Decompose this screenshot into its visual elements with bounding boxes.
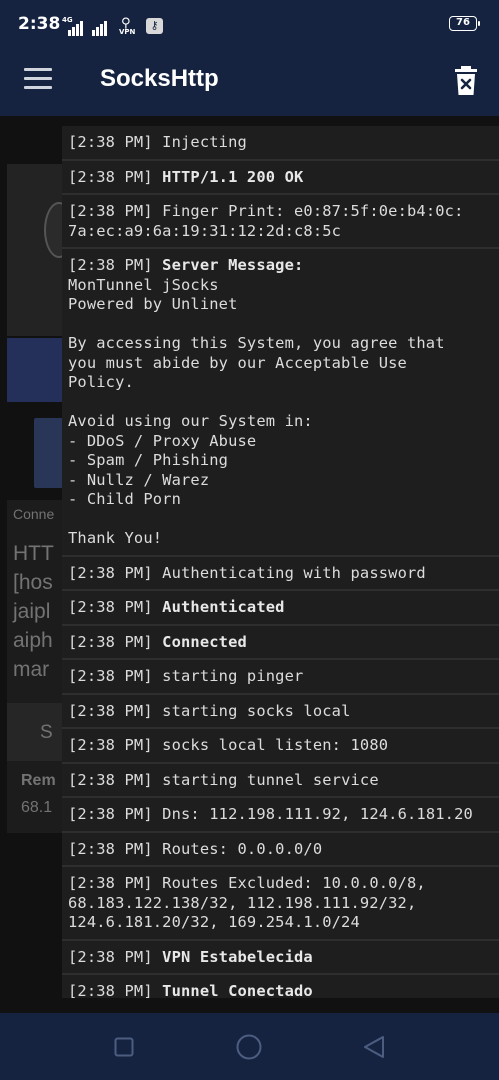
log-timestamp: [2:38 PM] bbox=[68, 736, 153, 754]
log-message: Finger Print: e0:87:5f:0e:b4:0c: bbox=[162, 202, 464, 220]
log-message: starting socks local bbox=[162, 701, 351, 720]
log-message: socks local listen: 1080 bbox=[162, 736, 389, 754]
background-remote-value: 68.1 bbox=[21, 799, 53, 816]
log-entry: [2:38 PM] Injecting bbox=[62, 126, 499, 161]
background-button bbox=[34, 418, 64, 488]
hamburger-menu-icon[interactable] bbox=[24, 68, 52, 90]
key-notification-icon: ⚷ bbox=[146, 18, 163, 34]
log-timestamp: [2:38 PM] bbox=[68, 839, 153, 858]
background-payload-line: jaipl bbox=[13, 600, 51, 623]
log-timestamp: [2:38 PM] bbox=[68, 667, 153, 685]
log-timestamp: [2:38 PM] bbox=[68, 770, 153, 789]
delete-icon[interactable] bbox=[452, 65, 480, 97]
battery-icon: 76 bbox=[449, 16, 480, 31]
background-label: Conne bbox=[13, 506, 55, 522]
app-bar: SocksHttp bbox=[0, 48, 499, 116]
log-message: Connected bbox=[162, 632, 247, 651]
signal-icon: 4G bbox=[62, 16, 84, 36]
log-entry: [2:38 PM] Server Message: MonTunnel jSoc… bbox=[62, 249, 499, 557]
log-entry: [2:38 PM] socks local listen: 1080 bbox=[62, 729, 499, 764]
log-timestamp: [2:38 PM] bbox=[68, 805, 153, 823]
log-timestamp: [2:38 PM] bbox=[68, 167, 153, 186]
signal-icon bbox=[90, 18, 112, 36]
log-entry: [2:38 PM] Routes Excluded: 10.0.0.0/8, 6… bbox=[62, 867, 499, 941]
background-payload-line: mar bbox=[13, 658, 50, 681]
home-icon[interactable] bbox=[236, 1034, 262, 1064]
log-entry: [2:38 PM] Authenticating with password bbox=[62, 557, 499, 591]
log-message-continued: 68.183.122.138/32, 112.198.111.92/32, 12… bbox=[68, 893, 417, 932]
log-entry: [2:38 PM] Connected bbox=[62, 626, 499, 660]
log-message: Injecting bbox=[162, 133, 247, 151]
background-remote-label: Rem bbox=[21, 772, 56, 789]
navigation-bar bbox=[0, 1013, 499, 1080]
background-banner bbox=[7, 338, 63, 402]
log-message: Dns: 112.198.111.92, 124.6.181.20 bbox=[162, 805, 473, 823]
log-panel[interactable]: [2:38 PM] Injecting [2:38 PM] HTTP/1.1 20… bbox=[62, 126, 499, 998]
recent-apps-icon[interactable] bbox=[114, 1037, 134, 1061]
log-message: Server Message: bbox=[162, 256, 304, 274]
background-payload-line: aiph bbox=[13, 629, 53, 652]
network-type-label: 4G bbox=[62, 16, 73, 24]
log-timestamp: [2:38 PM] bbox=[68, 701, 153, 720]
log-message: starting tunnel service bbox=[162, 770, 379, 789]
vpn-key-icon: ⚲ VPN bbox=[119, 16, 136, 36]
background-payload-line: HTT bbox=[13, 542, 54, 565]
log-entry: [2:38 PM] starting socks local bbox=[62, 695, 499, 729]
background-payload-line: [hos bbox=[13, 571, 53, 594]
log-timestamp: [2:38 PM] bbox=[68, 202, 153, 220]
log-timestamp: [2:38 PM] bbox=[68, 874, 153, 892]
log-message: VPN Estabelecida bbox=[162, 947, 313, 966]
status-icons: 4G ⚲ VPN ⚷ bbox=[62, 14, 163, 36]
log-message: Routes: 0.0.0.0/0 bbox=[162, 839, 323, 858]
log-message: HTTP/1.1 200 OK bbox=[162, 167, 304, 186]
log-entry: [2:38 PM] Tunnel Conectado bbox=[62, 975, 499, 998]
log-message-continued: 7a:ec:a9:6a:19:31:12:2d:c8:5c bbox=[68, 221, 342, 240]
log-timestamp: [2:38 PM] bbox=[68, 256, 153, 274]
log-entry: [2:38 PM] starting pinger bbox=[62, 660, 499, 695]
log-timestamp: [2:38 PM] bbox=[68, 563, 153, 582]
back-icon[interactable] bbox=[362, 1035, 386, 1063]
log-message: Authenticating with password bbox=[162, 563, 426, 582]
log-entry: [2:38 PM] Routes: 0.0.0.0/0 bbox=[62, 833, 499, 867]
log-timestamp: [2:38 PM] bbox=[68, 982, 153, 998]
log-message: Authenticated bbox=[162, 598, 285, 616]
vpn-label: VPN bbox=[119, 28, 136, 36]
background-start-button bbox=[7, 703, 63, 761]
log-entry: [2:38 PM] starting tunnel service bbox=[62, 764, 499, 798]
log-timestamp: [2:38 PM] bbox=[68, 947, 153, 966]
log-timestamp: [2:38 PM] bbox=[68, 632, 153, 651]
log-message: Routes Excluded: 10.0.0.0/8, bbox=[162, 874, 426, 892]
server-message-body: MonTunnel jSocks Powered by Unlinet By a… bbox=[68, 275, 445, 548]
log-timestamp: [2:38 PM] bbox=[68, 133, 153, 151]
log-entry: [2:38 PM] Finger Print: e0:87:5f:0e:b4:0… bbox=[62, 195, 499, 249]
background-button-label: S bbox=[40, 722, 53, 743]
log-message: starting pinger bbox=[162, 667, 304, 685]
app-title: SocksHttp bbox=[100, 65, 219, 92]
log-timestamp: [2:38 PM] bbox=[68, 598, 153, 616]
log-message: Tunnel Conectado bbox=[162, 982, 313, 998]
log-entry: [2:38 PM] VPN Estabelecida bbox=[62, 941, 499, 975]
log-entry: [2:38 PM] HTTP/1.1 200 OK bbox=[62, 161, 499, 195]
status-time: 2:38 bbox=[18, 14, 61, 34]
status-bar: 2:38 4G ⚲ VPN ⚷ 76 bbox=[0, 0, 499, 48]
log-entry: [2:38 PM] Authenticated bbox=[62, 591, 499, 626]
log-entry: [2:38 PM] Dns: 112.198.111.92, 124.6.181… bbox=[62, 798, 499, 833]
